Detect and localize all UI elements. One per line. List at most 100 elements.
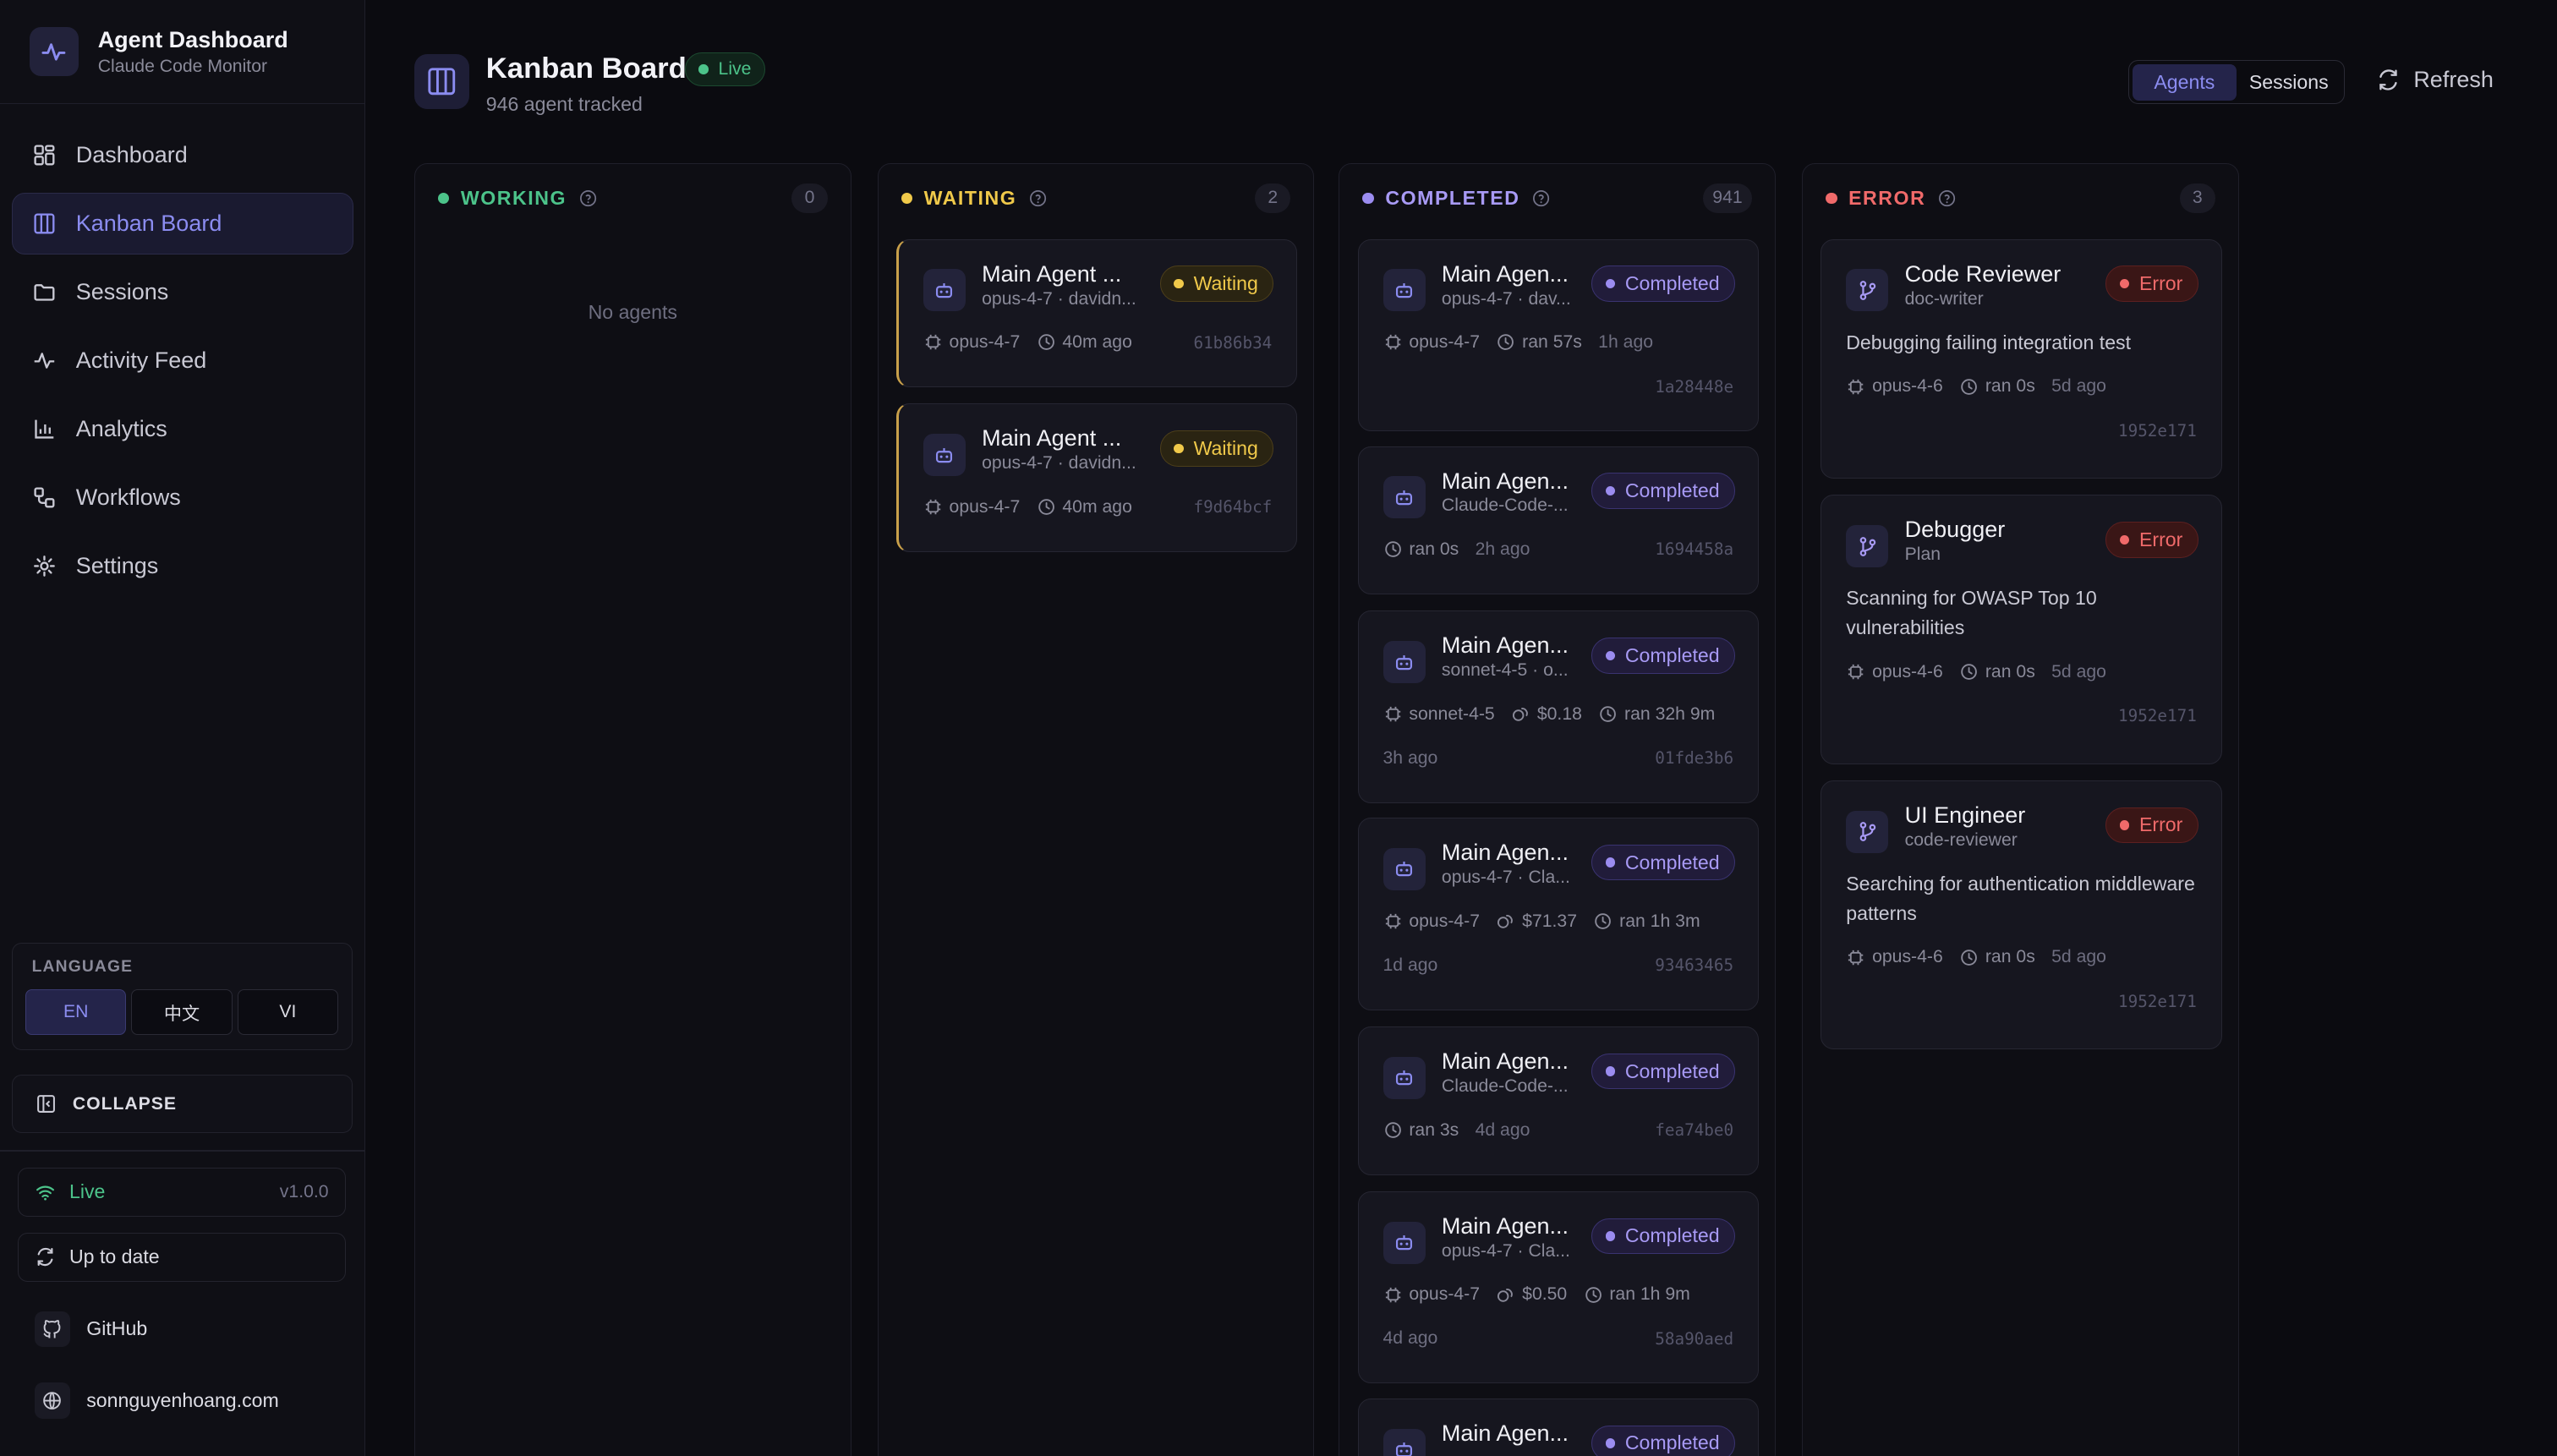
agent-card[interactable]: Main Agen... opus-4-7 · Cla... Completed… [1357,1191,1759,1384]
workflow-icon [34,487,55,508]
agent-card[interactable]: Main Agen... Claude-Code-... Completed r… [1357,446,1759,594]
toggle-sessions[interactable]: Sessions [2237,64,2341,100]
agent-subtitle: Claude-Code-... [1441,1076,1569,1097]
status-badge: Completed [1591,1053,1735,1090]
agent-card[interactable]: Main Agen... Completed [1357,1398,1759,1456]
model-label: opus-4-6 [1846,947,1943,967]
agent-card[interactable]: Main Agen... sonnet-4-5 · o... Completed… [1357,610,1759,803]
status-badge: Completed [1591,473,1735,509]
sidebar-item-sessions[interactable]: Sessions [12,261,353,323]
agent-task-description: Scanning for OWASP Top 10 vulnerabilitie… [1846,587,2097,639]
sidebar-item-label: Kanban Board [75,210,222,236]
agent-hash: 1952e171 [2118,991,2197,1011]
app-subtitle: Claude Code Monitor [97,56,268,76]
column-header: WORKING 0 [415,164,851,233]
sidebar-collapse-icon [36,1095,55,1114]
app-title: Agent Dashboard [97,26,288,52]
agent-card[interactable]: Main Agen... Claude-Code-... Completed r… [1357,1026,1759,1175]
help-icon[interactable] [1531,189,1551,208]
update-status-text: Up to date [68,1245,160,1268]
runtime-label: ran 57s [1496,332,1582,353]
column-header: COMPLETED 941 [1339,164,1775,233]
time-ago-label: 2h ago [1475,539,1530,559]
time-ago-label: 5d ago [2051,376,2106,397]
model-label: opus-4-7 [1383,332,1480,353]
sidebar-item-dashboard[interactable]: Dashboard [12,124,353,186]
live-status-text: Live [68,1180,106,1203]
status-badge: Waiting [1160,430,1274,467]
status-badge: Completed [1591,638,1735,674]
help-icon[interactable] [1028,189,1048,208]
activity-logo-icon [29,27,79,77]
runtime-label: ran 32h 9m [1598,704,1715,725]
column-error: ERROR 3 Code Reviewer doc-writer Error D… [1802,162,2239,1456]
branch-icon [1846,810,1889,853]
bot-icon [1383,1056,1426,1099]
agent-subtitle: code-reviewer [1904,829,2018,850]
sidebar-item-label: Sessions [75,278,169,304]
status-badge: Error [2105,265,2198,302]
sidebar-item-workflows[interactable]: Workflows [12,466,353,528]
column-working: WORKING 0 No agents [413,162,851,1456]
website-link[interactable]: sonnguyenhoang.com [34,1382,279,1419]
branch-icon [1846,525,1889,568]
agent-card[interactable]: Main Agen... opus-4-7 · Cla... Completed… [1357,818,1759,1010]
bot-icon [1383,1428,1426,1456]
refresh-button[interactable]: Refresh [2376,67,2494,93]
agent-hash: fea74be0 [1655,1120,1734,1141]
page-title: Kanban Board [485,52,687,85]
globe-icon [34,1382,70,1419]
agent-card[interactable]: Debugger Plan Error Scanning for OWASP T… [1821,495,2222,764]
agent-card[interactable]: Main Agent ... opus-4-7 · davidn... Wait… [895,403,1298,552]
agent-card[interactable]: Main Agen... opus-4-7 · dav... Completed… [1357,238,1759,432]
agent-name: Main Agent ... [982,260,1122,287]
agent-card[interactable]: UI Engineer code-reviewer Error Searchin… [1821,780,2222,1050]
update-status-button[interactable]: Up to date [18,1233,346,1282]
help-icon[interactable] [578,189,598,208]
agent-name: Main Agen... [1441,1420,1569,1446]
website-label: sonnguyenhoang.com [86,1389,279,1412]
agent-card[interactable]: Main Agent ... opus-4-7 · davidn... Wait… [895,238,1298,388]
time-ago-label: 5d ago [2051,947,2106,967]
divider [0,1149,365,1152]
time-ago-label: 4d ago [1475,1119,1530,1140]
sidebar-item-kanban-board[interactable]: Kanban Board [11,192,353,255]
language-option-en[interactable]: EN [25,989,127,1036]
agent-subtitle: Plan [1904,545,1941,565]
language-option-zh[interactable]: 中文 [131,989,233,1036]
collapse-button[interactable]: COLLAPSE [11,1074,353,1134]
sidebar-item-label: Settings [75,552,159,578]
column-title: WAITING [923,186,1017,209]
cost-label: $0.18 [1511,704,1582,725]
help-icon[interactable] [1937,189,1957,208]
sidebar-item-settings[interactable]: Settings [12,534,353,596]
folder-icon [34,283,55,301]
status-badge: Completed [1591,845,1735,881]
bot-icon [1383,640,1426,684]
bot-icon [1383,476,1426,519]
column-header: WAITING 2 [879,164,1314,233]
runtime-label: ran 1h 3m [1593,911,1700,932]
live-badge: Live [685,52,765,87]
gear-icon [33,555,55,577]
live-badge-text: Live [718,58,752,79]
branch-icon [1846,269,1889,312]
wifi-icon [36,1185,55,1201]
refresh-icon [38,1248,53,1267]
runtime-label: ran 0s [1959,947,2035,967]
sidebar-item-label: Activity Feed [75,347,207,373]
time-ago-label: 5d ago [2051,661,2106,681]
sidebar-item-analytics[interactable]: Analytics [12,398,353,460]
language-selector: LANGUAGE EN 中文 VI [11,942,353,1050]
bot-icon [1383,847,1426,891]
language-option-vi[interactable]: VI [237,989,339,1036]
runtime-label: ran 3s [1383,1120,1459,1141]
sidebar-item-activity-feed[interactable]: Activity Feed [12,330,353,391]
agent-name: Main Agen... [1441,260,1569,287]
toggle-agents[interactable]: Agents [2132,64,2237,101]
column-count: 3 [2179,183,2215,213]
agent-hash: 01fde3b6 [1655,748,1734,769]
collapse-label: COLLAPSE [72,1093,178,1114]
github-link[interactable]: GitHub [34,1311,147,1348]
agent-card[interactable]: Code Reviewer doc-writer Error Debugging… [1821,238,2222,479]
